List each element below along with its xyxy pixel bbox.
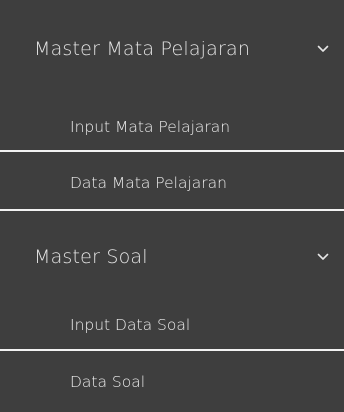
menu-item-data-soal[interactable]: Data Soal [0,361,344,403]
menu-group-master-soal[interactable]: Master Soal [0,228,344,286]
menu-item-data-mata-pelajaran[interactable]: Data Mata Pelajaran [0,162,344,204]
menu-divider [0,209,344,211]
sidebar-menu: Master Mata Pelajaran Input Mata Pelajar… [0,0,344,412]
menu-divider [0,349,344,351]
menu-item-input-data-soal[interactable]: Input Data Soal [0,304,344,346]
menu-item-label: Input Data Soal [70,316,191,334]
menu-group-master-mata-pelajaran[interactable]: Master Mata Pelajaran [0,20,344,78]
menu-item-label: Data Mata Pelajaran [70,174,227,192]
menu-item-label: Data Soal [70,373,146,391]
menu-group-label: Master Mata Pelajaran [34,38,251,60]
menu-item-input-mata-pelajaran[interactable]: Input Mata Pelajaran [0,106,344,148]
menu-group-label: Master Soal [34,246,148,268]
chevron-down-icon [316,42,330,56]
menu-divider [0,150,344,152]
menu-item-label: Input Mata Pelajaran [70,118,231,136]
chevron-down-icon [316,250,330,264]
